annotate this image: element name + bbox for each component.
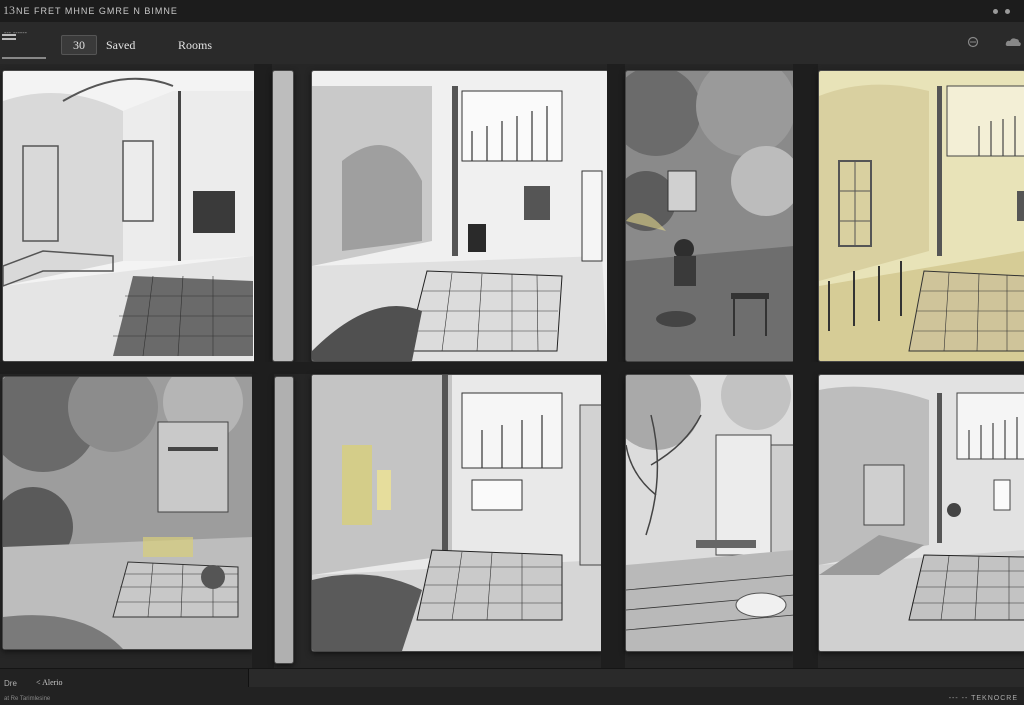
gallery-image[interactable]	[2, 376, 254, 650]
toolbar: --- ------ 30 Saved Rooms	[0, 22, 1024, 65]
panel-gap	[254, 64, 272, 364]
close-dot-icon[interactable]	[1005, 9, 1010, 14]
image-sketch-room	[819, 375, 1024, 651]
gallery-image-edge[interactable]	[272, 70, 294, 362]
tab-saved[interactable]: Saved	[106, 38, 135, 53]
gallery-image[interactable]	[2, 70, 256, 362]
status-bar: Dre < Alerio at Re Tarimlesine --- -- TE…	[0, 668, 1024, 705]
window-title: NE FRET MHNE GMRE N BIMNE	[16, 6, 178, 16]
cloud-icon[interactable]	[1004, 36, 1022, 48]
title-bar: 13 NE FRET MHNE GMRE N BIMNE	[0, 0, 1024, 23]
panel-gap	[607, 64, 625, 364]
panel-gap	[793, 374, 818, 668]
panel-gap	[252, 374, 274, 668]
gallery-image[interactable]	[311, 70, 609, 362]
count-field[interactable]: 30	[61, 35, 97, 55]
tab-rooms[interactable]: Rooms	[178, 38, 212, 53]
gallery-image[interactable]	[311, 374, 603, 652]
row-gap	[0, 362, 1024, 374]
image-sketch-room-yellow	[819, 71, 1024, 361]
status-left-label: Dre	[4, 679, 17, 688]
menu-text: --- ------	[4, 30, 27, 37]
status-track	[248, 669, 1024, 687]
menu-underline	[2, 57, 46, 59]
gallery-image-edge[interactable]	[274, 376, 294, 664]
gallery-image[interactable]	[625, 70, 795, 362]
image-sketch-courtyard	[626, 71, 794, 361]
gallery-image[interactable]	[625, 374, 795, 652]
status-location[interactable]: < Alerio	[36, 678, 63, 687]
gallery-image[interactable]	[818, 70, 1024, 362]
image-sketch-room	[312, 71, 608, 361]
status-right-text: --- -- TEKNOCRE	[948, 695, 1018, 702]
gallery-image[interactable]	[818, 374, 1024, 652]
image-sketch-room	[3, 71, 255, 361]
image-sketch-courtyard	[626, 375, 794, 651]
panel-gap	[601, 374, 625, 668]
refresh-icon[interactable]	[967, 36, 979, 48]
app-icon: 13	[3, 3, 15, 17]
minimize-dot-icon[interactable]	[993, 9, 998, 14]
image-sketch-courtyard	[3, 377, 253, 649]
status-footer-text: at Re Tarimlesine	[4, 696, 51, 702]
panel-gap	[793, 64, 818, 364]
image-sketch-room	[312, 375, 602, 651]
